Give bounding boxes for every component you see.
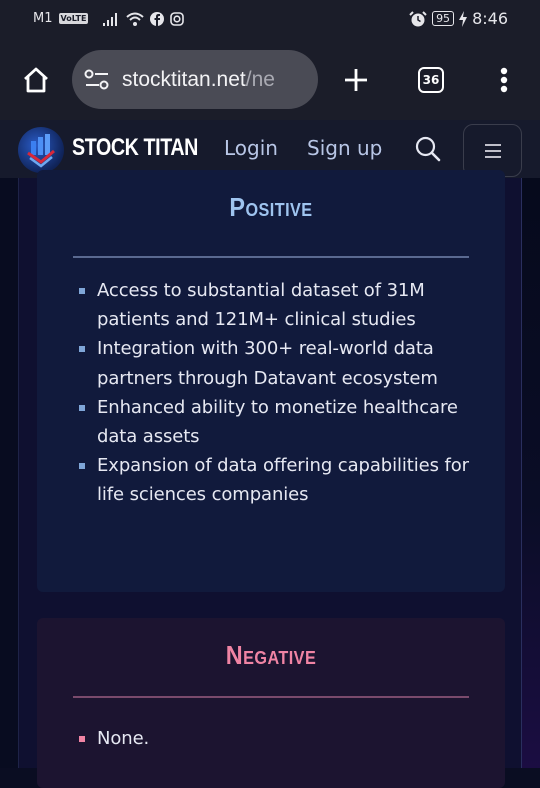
bullet-icon: [79, 463, 85, 470]
new-tab-button[interactable]: [342, 66, 370, 94]
home-icon: [24, 67, 48, 93]
plus-icon: [345, 69, 367, 91]
bullet-icon: [79, 736, 85, 742]
list-item-text: Integration with 300+ real-world data pa…: [97, 338, 438, 389]
volte-icon: VoLTE: [58, 13, 89, 24]
url-path: /ne: [245, 67, 275, 91]
negative-divider: [73, 696, 469, 698]
stock-titan-logo[interactable]: [18, 127, 64, 173]
site-settings-icon[interactable]: [84, 69, 110, 91]
positive-divider: [73, 256, 469, 258]
status-bar: M1 VoLTE 95 8:46: [0, 0, 540, 40]
carrier-label: M1: [33, 11, 53, 26]
search-button[interactable]: [414, 135, 442, 163]
address-bar[interactable]: stocktitan.net/ne: [72, 50, 318, 109]
wifi-icon: [126, 12, 145, 26]
home-button[interactable]: [20, 65, 52, 95]
positive-card: Positive Access to substantial dataset o…: [37, 170, 505, 592]
url-domain: stocktitan.net: [122, 67, 246, 91]
sentiment-section: Positive Access to substantial dataset o…: [18, 170, 522, 788]
bullet-icon: [79, 404, 85, 411]
bullet-icon: [79, 288, 85, 294]
signup-link[interactable]: Sign up: [307, 136, 382, 160]
instagram-icon: [170, 11, 185, 26]
page-background-left: [0, 178, 18, 768]
alarm-icon: [409, 10, 427, 26]
negative-card: Negative None.: [37, 618, 505, 788]
positive-list: Access to substantial dataset of 31M pat…: [79, 276, 479, 510]
signal-icon: [103, 12, 118, 26]
list-item-text: None.: [97, 728, 150, 749]
url-text: stocktitan.net/ne: [122, 68, 275, 92]
facebook-icon: [150, 11, 165, 26]
menu-icon: [484, 143, 501, 158]
list-item: Access to substantial dataset of 31M pat…: [79, 276, 479, 334]
list-item: Expansion of data offering capabilities …: [79, 451, 479, 509]
list-item-text: Expansion of data offering capabilities …: [97, 455, 469, 506]
list-item-text: Enhanced ability to monetize healthcare …: [97, 396, 458, 448]
charging-icon: [459, 10, 468, 27]
clock-time: 8:46: [472, 9, 508, 28]
tab-switcher-button[interactable]: 36: [418, 67, 444, 93]
list-item: Enhanced ability to monetize healthcare …: [79, 393, 479, 451]
search-icon: [415, 136, 441, 162]
bullet-icon: [79, 346, 85, 353]
positive-title: Positive: [229, 192, 313, 222]
login-link[interactable]: Login: [224, 136, 278, 160]
list-item-text: Access to substantial dataset of 31M pat…: [97, 280, 425, 331]
list-item: None.: [79, 724, 479, 753]
list-item: Integration with 300+ real-world data pa…: [79, 334, 479, 392]
tabs-count: 36: [418, 67, 444, 93]
browser-toolbar: stocktitan.net/ne 36: [0, 40, 540, 120]
more-vertical-icon: [500, 67, 508, 93]
negative-list: None.: [79, 724, 479, 753]
browser-menu-button[interactable]: [494, 66, 514, 94]
logo-icon: [27, 134, 55, 168]
page-background-right: [522, 178, 540, 768]
negative-title: Negative: [225, 640, 317, 670]
battery-icon: 95: [432, 11, 455, 26]
brand-name[interactable]: STOCK TITAN: [72, 134, 198, 162]
